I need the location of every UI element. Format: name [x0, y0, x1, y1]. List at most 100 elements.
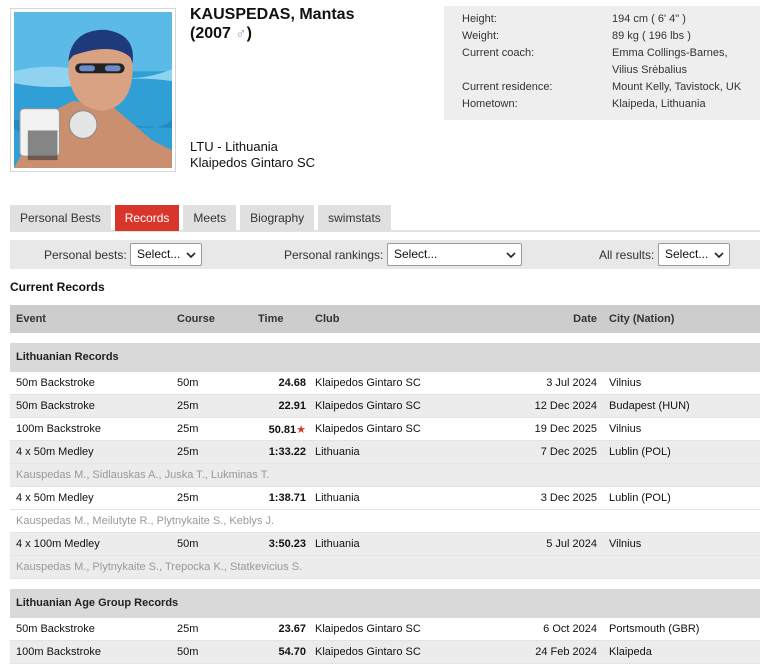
header-city: City (Nation) — [609, 313, 675, 325]
record-star-icon: ★ — [296, 424, 306, 436]
personal-bests-select[interactable]: Select... — [130, 243, 202, 266]
relay-swimmers-row: Kauspedas M., Meilutyte R., Plytnykaite … — [10, 510, 760, 533]
cell-club[interactable]: Klaipedos Gintaro SC — [315, 377, 421, 389]
info-label: Weight: — [462, 30, 500, 42]
cell-event[interactable]: 100m Backstroke — [16, 646, 101, 658]
records-table: Event Course Time Club Date City (Nation… — [10, 305, 760, 664]
all-results-select[interactable]: Select... — [658, 243, 730, 266]
cell-date: 3 Dec 2025 — [540, 492, 597, 504]
select-value: Select... — [137, 247, 181, 261]
table-row: 50m Backstroke 50m 24.68 Klaipedos Ginta… — [10, 372, 760, 395]
cell-time[interactable]: 1:33.22 — [240, 446, 306, 458]
cell-club[interactable]: Lithuania — [315, 538, 360, 550]
group-header: Lithuanian Records — [10, 343, 760, 372]
cell-date: 12 Dec 2024 — [534, 400, 597, 412]
cell-event[interactable]: 4 x 100m Medley — [16, 538, 100, 550]
table-row: 100m Backstroke 25m 50.81★ Klaipedos Gin… — [10, 418, 760, 441]
cell-club[interactable]: Klaipedos Gintaro SC — [315, 423, 421, 435]
table-row: 4 x 50m Medley 25m 1:33.22 Lithuania 7 D… — [10, 441, 760, 464]
header-club: Club — [315, 313, 340, 325]
personal-bests-label: Personal bests: — [44, 248, 127, 262]
cell-city[interactable]: Vilnius — [609, 538, 641, 550]
cell-time[interactable]: 24.68 — [240, 377, 306, 389]
relay-swimmers-row: Kauspedas M., Plytnykaite S., Trepocka K… — [10, 556, 760, 579]
info-label: Current residence: — [462, 81, 553, 93]
header-event: Event — [16, 313, 46, 325]
cell-time[interactable]: 50.81 — [269, 424, 297, 436]
info-value: Klaipeda, Lithuania — [612, 98, 706, 110]
cell-date: 3 Jul 2024 — [546, 377, 597, 389]
info-residence: Current residence: Mount Kelly, Tavistoc… — [462, 79, 760, 96]
cell-date: 24 Feb 2024 — [535, 646, 597, 658]
relay-swimmers: Kauspedas M., Sidlauskas A., Juska T., L… — [16, 469, 270, 481]
cell-course: 25m — [177, 492, 199, 504]
chevron-down-icon — [506, 252, 516, 259]
info-value: 89 kg ( 196 lbs ) — [612, 30, 691, 42]
cell-club[interactable]: Klaipedos Gintaro SC — [315, 400, 421, 412]
cell-date: 7 Dec 2025 — [540, 446, 597, 458]
all-results-label: All results: — [599, 248, 655, 262]
select-value: Select... — [394, 247, 438, 261]
cell-event[interactable]: 100m Backstroke — [16, 423, 101, 435]
cell-course: 50m — [177, 646, 199, 658]
group-title: Lithuanian Records — [16, 351, 119, 363]
profile-tabs: Personal Bests Records Meets Biography s… — [10, 205, 760, 232]
tab-swimstats[interactable]: swimstats — [318, 205, 391, 231]
info-value: Emma Collings-Barnes, Vilius Srėbalius — [612, 47, 728, 76]
info-label: Hometown: — [462, 98, 518, 110]
cell-city[interactable]: Lublin (POL) — [609, 446, 671, 458]
info-label: Current coach: — [462, 47, 535, 59]
birth-year-suffix: ) — [246, 25, 252, 42]
tab-meets[interactable]: Meets — [183, 205, 237, 231]
info-value: Mount Kelly, Tavistock, UK — [612, 81, 742, 93]
athlete-photo — [10, 8, 176, 172]
cell-time[interactable]: 22.91 — [240, 400, 306, 412]
birth-year: (2007 ♂) — [190, 24, 354, 43]
info-coach: Current coach: Emma Collings-Barnes, Vil… — [462, 45, 760, 79]
cell-time[interactable]: 3:50.23 — [240, 538, 306, 550]
cell-event[interactable]: 50m Backstroke — [16, 377, 95, 389]
info-value: 194 cm ( 6' 4" ) — [612, 13, 686, 25]
cell-time[interactable]: 54.70 — [240, 646, 306, 658]
header-course: Course — [177, 313, 215, 325]
athlete-nation: LTU - Lithuania — [190, 139, 278, 154]
group-title: Lithuanian Age Group Records — [16, 597, 179, 609]
cell-club[interactable]: Klaipedos Gintaro SC — [315, 623, 421, 635]
table-row: 50m Backstroke 25m 23.67 Klaipedos Ginta… — [10, 618, 760, 641]
male-gender-icon: ♂ — [235, 25, 247, 42]
cell-club[interactable]: Lithuania — [315, 492, 360, 504]
cell-time[interactable]: 1:38.71 — [240, 492, 306, 504]
chevron-down-icon — [186, 252, 196, 259]
cell-city[interactable]: Budapest (HUN) — [609, 400, 690, 412]
cell-course: 25m — [177, 400, 199, 412]
table-row: 100m Backstroke 50m 54.70 Klaipedos Gint… — [10, 641, 760, 664]
birth-year-prefix: (2007 — [190, 25, 231, 42]
cell-event[interactable]: 4 x 50m Medley — [16, 492, 94, 504]
cell-date: 6 Oct 2024 — [543, 623, 597, 635]
cell-event[interactable]: 50m Backstroke — [16, 623, 95, 635]
cell-city[interactable]: Portsmouth (GBR) — [609, 623, 699, 635]
cell-city[interactable]: Vilnius — [609, 423, 641, 435]
cell-time[interactable]: 23.67 — [240, 623, 306, 635]
cell-course: 50m — [177, 377, 199, 389]
cell-club[interactable]: Lithuania — [315, 446, 360, 458]
cell-club[interactable]: Klaipedos Gintaro SC — [315, 646, 421, 658]
tab-biography[interactable]: Biography — [240, 205, 315, 231]
relay-swimmers-row: Kauspedas M., Sidlauskas A., Juska T., L… — [10, 464, 760, 487]
tab-personal-bests[interactable]: Personal Bests — [10, 205, 111, 231]
personal-rankings-select[interactable]: Select... — [387, 243, 522, 266]
cell-city[interactable]: Vilnius — [609, 377, 641, 389]
cell-city[interactable]: Lublin (POL) — [609, 492, 671, 504]
tab-records[interactable]: Records — [114, 205, 180, 231]
filter-bar: Personal bests: Select... Personal ranki… — [10, 240, 760, 269]
table-row: 4 x 100m Medley 50m 3:50.23 Lithuania 5 … — [10, 533, 760, 556]
cell-event[interactable]: 4 x 50m Medley — [16, 446, 94, 458]
section-title: Current Records — [10, 280, 105, 294]
cell-course: 25m — [177, 446, 199, 458]
cell-course: 50m — [177, 538, 199, 550]
cell-city[interactable]: Klaipeda — [609, 646, 652, 658]
info-hometown: Hometown: Klaipeda, Lithuania — [462, 96, 760, 113]
cell-event[interactable]: 50m Backstroke — [16, 400, 95, 412]
personal-rankings-label: Personal rankings: — [284, 248, 384, 262]
table-row: 50m Backstroke 25m 22.91 Klaipedos Ginta… — [10, 395, 760, 418]
